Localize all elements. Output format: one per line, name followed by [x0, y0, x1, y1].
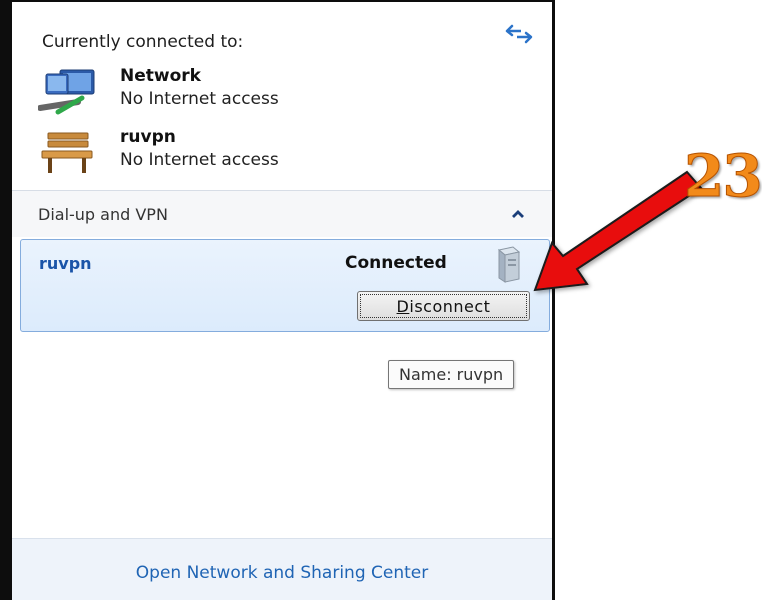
vpn-name: ruvpn — [39, 254, 92, 273]
connection-item-ruvpn[interactable]: ruvpn No Internet access — [38, 127, 488, 177]
tooltip-name: Name: ruvpn — [388, 360, 515, 389]
bench-icon — [41, 132, 93, 173]
connection-name: Network — [120, 66, 201, 86]
section-title-dialup-vpn: Dial-up and VPN — [38, 205, 168, 224]
vpn-status: Connected — [345, 253, 447, 273]
network-flyout-panel: Currently connected to: Network No Inter… — [0, 0, 555, 600]
network-icon — [38, 69, 95, 115]
refresh-icon[interactable] — [504, 24, 534, 44]
connection-item-network[interactable]: Network No Internet access — [38, 66, 488, 116]
disconnect-button-label: Disconnect — [396, 296, 491, 316]
vpn-item-ruvpn[interactable]: ruvpn Connected Disconnect — [20, 239, 550, 332]
open-network-sharing-center-link[interactable]: Open Network and Sharing Center — [12, 563, 552, 583]
disconnect-button[interactable]: Disconnect — [357, 291, 530, 321]
step-number: 23 — [684, 142, 762, 211]
connection-status: No Internet access — [120, 89, 279, 109]
connection-status: No Internet access — [120, 150, 279, 170]
connection-name: ruvpn — [120, 127, 176, 147]
footer: Open Network and Sharing Center — [12, 538, 552, 600]
currently-connected-label: Currently connected to: — [42, 32, 244, 52]
